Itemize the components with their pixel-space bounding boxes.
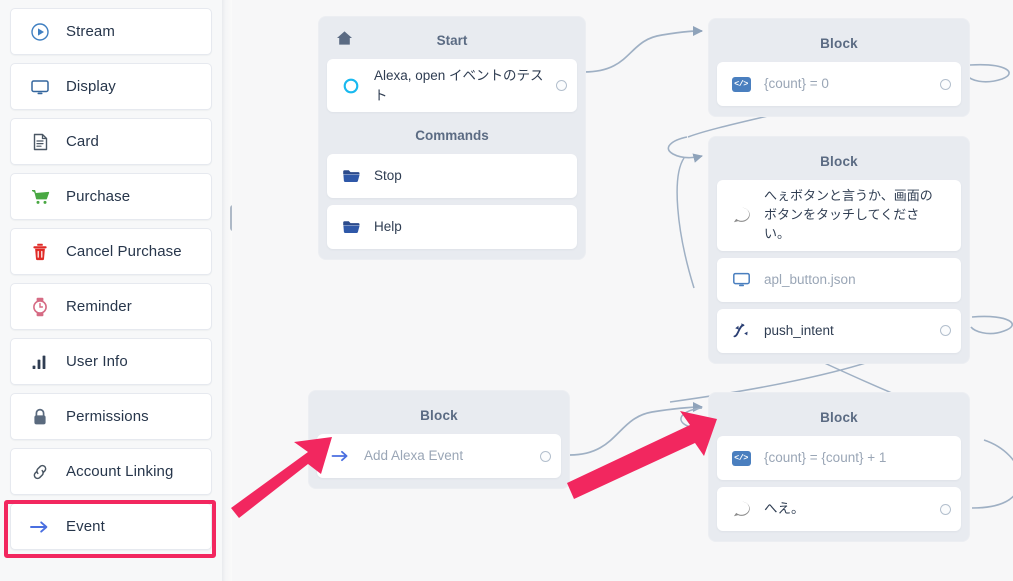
bar-chart-icon — [29, 351, 51, 373]
command-label: Help — [374, 219, 402, 235]
arrow-right-icon — [29, 516, 51, 538]
sidebar-item-label: Stream — [66, 23, 115, 40]
apl-document-row[interactable]: apl_button.json — [717, 257, 961, 302]
app-root: Stream Display Card Purchase Cancel Purc — [0, 0, 1013, 581]
code-icon: </> — [731, 448, 751, 468]
apl-document-name: apl_button.json — [764, 271, 856, 287]
count-zero-block[interactable]: Block </> {count} = 0 — [708, 18, 970, 117]
utterance-text: Alexa, open イベントのテスト — [374, 68, 544, 103]
speech-bubble-icon — [731, 205, 751, 225]
sidebar-item-label: User Info — [66, 353, 128, 370]
start-block-header: Start — [327, 25, 577, 59]
command-row-stop[interactable]: Stop — [327, 154, 577, 199]
speech-row[interactable]: へぇボタンと言うか、画面のボタンをタッチしてください。 — [717, 180, 961, 251]
sidebar-item-reminder[interactable]: Reminder — [10, 283, 212, 330]
code-expression: {count} = {count} + 1 — [764, 450, 887, 466]
sidebar-item-label: Card — [66, 133, 99, 150]
sidebar-item-event[interactable]: Event — [10, 503, 212, 550]
code-row[interactable]: </> {count} = {count} + 1 — [717, 436, 961, 480]
sidebar-item-stream[interactable]: Stream — [10, 8, 212, 55]
arrow-right-icon — [331, 446, 351, 466]
sidebar-item-label: Display — [66, 78, 116, 95]
flow-canvas[interactable]: Start Alexa, open イベントのテスト Commands Stop — [232, 0, 1013, 581]
utterance-row[interactable]: Alexa, open イベントのテスト — [327, 59, 577, 113]
folder-icon — [341, 166, 361, 186]
apl-block[interactable]: Block へぇボタンと言うか、画面のボタンをタッチしてください。 apl_bu… — [708, 136, 970, 364]
sidebar-item-user-info[interactable]: User Info — [10, 338, 212, 385]
block-title: Block — [820, 154, 858, 169]
sidebar-item-card[interactable]: Card — [10, 118, 212, 165]
lock-icon — [29, 406, 51, 428]
sidebar-item-display[interactable]: Display — [10, 63, 212, 110]
code-row[interactable]: </> {count} = 0 — [717, 62, 961, 106]
output-port[interactable] — [940, 78, 951, 90]
sidebar-item-cancel-purchase[interactable]: Cancel Purchase — [10, 228, 212, 275]
speech-text: へえ。 — [764, 501, 805, 517]
document-icon — [29, 131, 51, 153]
block-title: Block — [420, 408, 458, 423]
command-row-help[interactable]: Help — [327, 205, 577, 250]
play-circle-icon — [29, 21, 51, 43]
sidebar-item-label: Cancel Purchase — [66, 243, 182, 260]
code-icon: </> — [731, 74, 751, 94]
output-port[interactable] — [556, 80, 567, 92]
output-port[interactable] — [940, 503, 951, 515]
sidebar-item-label: Permissions — [66, 408, 149, 425]
sidebar-item-purchase[interactable]: Purchase — [10, 173, 212, 220]
output-port[interactable] — [540, 450, 551, 462]
add-alexa-event-row[interactable]: Add Alexa Event — [317, 434, 561, 478]
watch-icon — [29, 296, 51, 318]
circle-outline-icon — [341, 76, 361, 96]
intent-icon — [731, 321, 751, 341]
speech-bubble-icon — [731, 499, 751, 519]
speech-row[interactable]: へえ。 — [717, 487, 961, 531]
sidebar-item-permissions[interactable]: Permissions — [10, 393, 212, 440]
block-title: Block — [820, 36, 858, 51]
link-icon — [29, 461, 51, 483]
sidebar-item-label: Event — [66, 518, 105, 535]
sidebar-item-label: Purchase — [66, 188, 131, 205]
shopping-cart-icon — [29, 186, 51, 208]
sidebar-item-account-linking[interactable]: Account Linking — [10, 448, 212, 495]
trash-icon — [29, 241, 51, 263]
commands-section-label: Commands — [415, 128, 489, 144]
intent-name: push_intent — [764, 322, 834, 338]
folder-icon — [341, 217, 361, 237]
intent-row[interactable]: push_intent — [717, 308, 961, 353]
block-title: Block — [820, 410, 858, 425]
home-icon — [336, 30, 353, 51]
code-expression: {count} = 0 — [764, 76, 829, 92]
sidebar-item-label: Account Linking — [66, 463, 174, 480]
increment-block[interactable]: Block </> {count} = {count} + 1 へえ。 — [708, 392, 970, 542]
start-block-title: Start — [436, 33, 468, 48]
monitor-icon — [731, 270, 751, 290]
speech-text: へぇボタンと言うか、画面のボタンをタッチしてください。 — [764, 188, 933, 241]
sidebar-item-label: Reminder — [66, 298, 132, 315]
output-port[interactable] — [940, 325, 951, 337]
start-block[interactable]: Start Alexa, open イベントのテスト Commands Stop — [318, 16, 586, 261]
sidebar: Stream Display Card Purchase Cancel Purc — [0, 0, 222, 581]
sidebar-divider — [222, 0, 232, 581]
add-alexa-event-label: Add Alexa Event — [364, 448, 464, 464]
command-label: Stop — [374, 168, 402, 184]
monitor-icon — [29, 76, 51, 98]
add-event-block[interactable]: Block Add Alexa Event — [308, 390, 570, 489]
